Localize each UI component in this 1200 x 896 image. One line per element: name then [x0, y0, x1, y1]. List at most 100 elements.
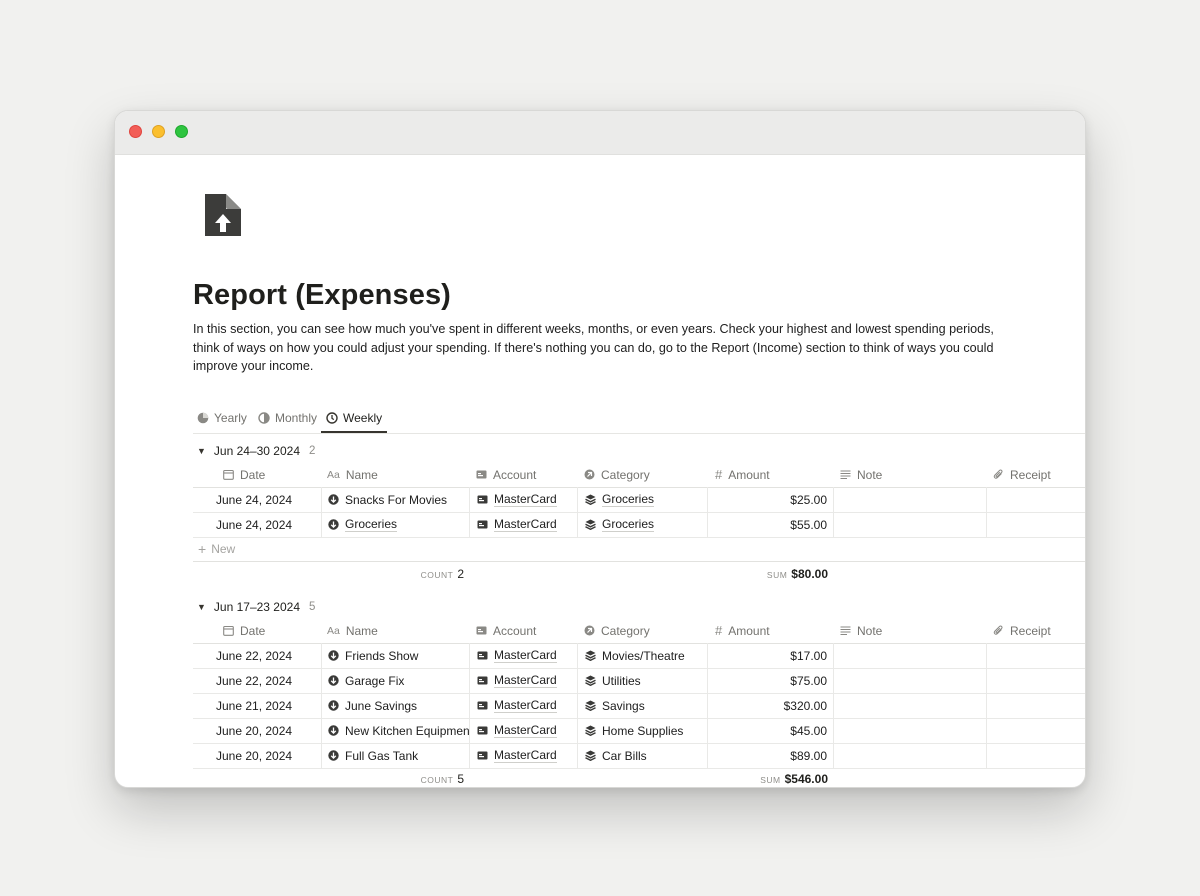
- receipt-cell[interactable]: [986, 512, 1085, 537]
- close-window-button[interactable]: [129, 125, 142, 138]
- name-cell[interactable]: June Savings: [321, 693, 469, 718]
- name-cell[interactable]: New Kitchen Equipment: [321, 718, 469, 743]
- sum-calculation[interactable]: SUM $80.00: [193, 567, 828, 581]
- note-cell[interactable]: [833, 668, 986, 693]
- tab-monthly[interactable]: Monthly: [258, 404, 317, 432]
- tab-weekly[interactable]: Weekly: [321, 404, 388, 433]
- text-type-icon: Aa: [327, 468, 340, 481]
- column-header-category[interactable]: Category: [577, 462, 707, 487]
- category-cell[interactable]: Savings: [577, 693, 707, 718]
- note-cell[interactable]: [833, 643, 986, 668]
- category-cell[interactable]: Movies/Theatre: [577, 643, 707, 668]
- layers-icon: [585, 700, 596, 711]
- column-header-note[interactable]: Note: [833, 618, 986, 643]
- column-header-amount[interactable]: # Amount: [707, 618, 833, 643]
- column-header-note[interactable]: Note: [833, 462, 986, 487]
- group-title: Jun 24–30 2024: [213, 444, 301, 458]
- name-cell[interactable]: Full Gas Tank: [321, 743, 469, 768]
- receipt-cell[interactable]: [986, 718, 1085, 743]
- amount-cell[interactable]: $25.00: [707, 487, 833, 512]
- account-cell[interactable]: MasterCard: [469, 512, 577, 537]
- note-cell[interactable]: [833, 718, 986, 743]
- receipt-cell[interactable]: [986, 743, 1085, 768]
- note-cell[interactable]: [833, 487, 986, 512]
- table-row[interactable]: June 20, 2024 New Kitchen Equipment Mast…: [193, 718, 1085, 744]
- column-header-name[interactable]: Aa Name: [321, 462, 469, 487]
- table-row[interactable]: June 21, 2024 June Savings MasterCard Sa…: [193, 693, 1085, 719]
- name-cell[interactable]: Garage Fix: [321, 668, 469, 693]
- new-label: New: [211, 542, 236, 556]
- collapse-triangle-icon[interactable]: ▼: [197, 446, 206, 456]
- sum-calculation[interactable]: SUM $546.00: [193, 772, 828, 786]
- collapse-triangle-icon[interactable]: ▼: [197, 602, 206, 612]
- date-cell[interactable]: June 20, 2024: [193, 718, 321, 743]
- column-header-date[interactable]: Date: [193, 462, 321, 487]
- layers-icon: [585, 750, 596, 761]
- date-cell[interactable]: June 22, 2024: [193, 668, 321, 693]
- amount-cell[interactable]: $89.00: [707, 743, 833, 768]
- calendar-icon: [223, 625, 234, 636]
- group-count: 2: [309, 445, 316, 457]
- amount-cell[interactable]: $17.00: [707, 643, 833, 668]
- column-header-receipt[interactable]: Receipt: [986, 618, 1085, 643]
- column-header-name[interactable]: Aa Name: [321, 618, 469, 643]
- new-row-button[interactable]: + New: [193, 537, 1085, 562]
- layers-icon: [585, 650, 596, 661]
- group-header[interactable]: ▼ Jun 17–23 2024 5: [193, 597, 315, 617]
- date-cell[interactable]: June 24, 2024: [193, 487, 321, 512]
- receipt-cell[interactable]: [986, 668, 1085, 693]
- card-icon: [476, 626, 487, 635]
- table-row[interactable]: June 22, 2024 Garage Fix MasterCard Util…: [193, 668, 1085, 694]
- tab-label: Yearly: [214, 411, 247, 425]
- account-cell[interactable]: MasterCard: [469, 718, 577, 743]
- category-cell[interactable]: Car Bills: [577, 743, 707, 768]
- account-cell[interactable]: MasterCard: [469, 487, 577, 512]
- column-header-date[interactable]: Date: [193, 618, 321, 643]
- arrow-down-circle-icon: [328, 519, 339, 530]
- amount-cell[interactable]: $55.00: [707, 512, 833, 537]
- plus-icon: +: [198, 541, 207, 557]
- date-cell[interactable]: June 24, 2024: [193, 512, 321, 537]
- table-row[interactable]: June 22, 2024 Friends Show MasterCard Mo…: [193, 643, 1085, 669]
- maximize-window-button[interactable]: [175, 125, 188, 138]
- column-header-amount[interactable]: # Amount: [707, 462, 833, 487]
- note-cell[interactable]: [833, 743, 986, 768]
- note-cell[interactable]: [833, 693, 986, 718]
- clock-icon: [326, 411, 338, 424]
- layers-icon: [585, 519, 596, 530]
- upload-document-icon[interactable]: [203, 192, 243, 238]
- column-header-account[interactable]: Account: [469, 618, 577, 643]
- category-cell[interactable]: Groceries: [577, 512, 707, 537]
- table-row[interactable]: June 24, 2024 Snacks For Movies MasterCa…: [193, 487, 1085, 513]
- amount-cell[interactable]: $45.00: [707, 718, 833, 743]
- account-cell[interactable]: MasterCard: [469, 643, 577, 668]
- category-cell[interactable]: Groceries: [577, 487, 707, 512]
- group-header[interactable]: ▼ Jun 24–30 2024 2: [193, 441, 315, 461]
- table-row[interactable]: June 24, 2024 Groceries MasterCard Groce…: [193, 512, 1085, 538]
- amount-cell[interactable]: $320.00: [707, 693, 833, 718]
- receipt-cell[interactable]: [986, 643, 1085, 668]
- receipt-cell[interactable]: [986, 487, 1085, 512]
- amount-cell[interactable]: $75.00: [707, 668, 833, 693]
- category-cell[interactable]: Utilities: [577, 668, 707, 693]
- relation-icon: [584, 469, 595, 480]
- column-header-category[interactable]: Category: [577, 618, 707, 643]
- date-cell[interactable]: June 22, 2024: [193, 643, 321, 668]
- name-cell[interactable]: Groceries: [321, 512, 469, 537]
- tab-yearly[interactable]: Yearly: [197, 404, 247, 432]
- receipt-cell[interactable]: [986, 693, 1085, 718]
- table-row[interactable]: June 20, 2024 Full Gas Tank MasterCard C…: [193, 743, 1085, 769]
- note-cell[interactable]: [833, 512, 986, 537]
- name-cell[interactable]: Friends Show: [321, 643, 469, 668]
- paperclip-icon: [993, 625, 1003, 635]
- category-cell[interactable]: Home Supplies: [577, 718, 707, 743]
- account-cell[interactable]: MasterCard: [469, 693, 577, 718]
- date-cell[interactable]: June 21, 2024: [193, 693, 321, 718]
- date-cell[interactable]: June 20, 2024: [193, 743, 321, 768]
- account-cell[interactable]: MasterCard: [469, 743, 577, 768]
- column-header-account[interactable]: Account: [469, 462, 577, 487]
- column-header-receipt[interactable]: Receipt: [986, 462, 1085, 487]
- minimize-window-button[interactable]: [152, 125, 165, 138]
- name-cell[interactable]: Snacks For Movies: [321, 487, 469, 512]
- account-cell[interactable]: MasterCard: [469, 668, 577, 693]
